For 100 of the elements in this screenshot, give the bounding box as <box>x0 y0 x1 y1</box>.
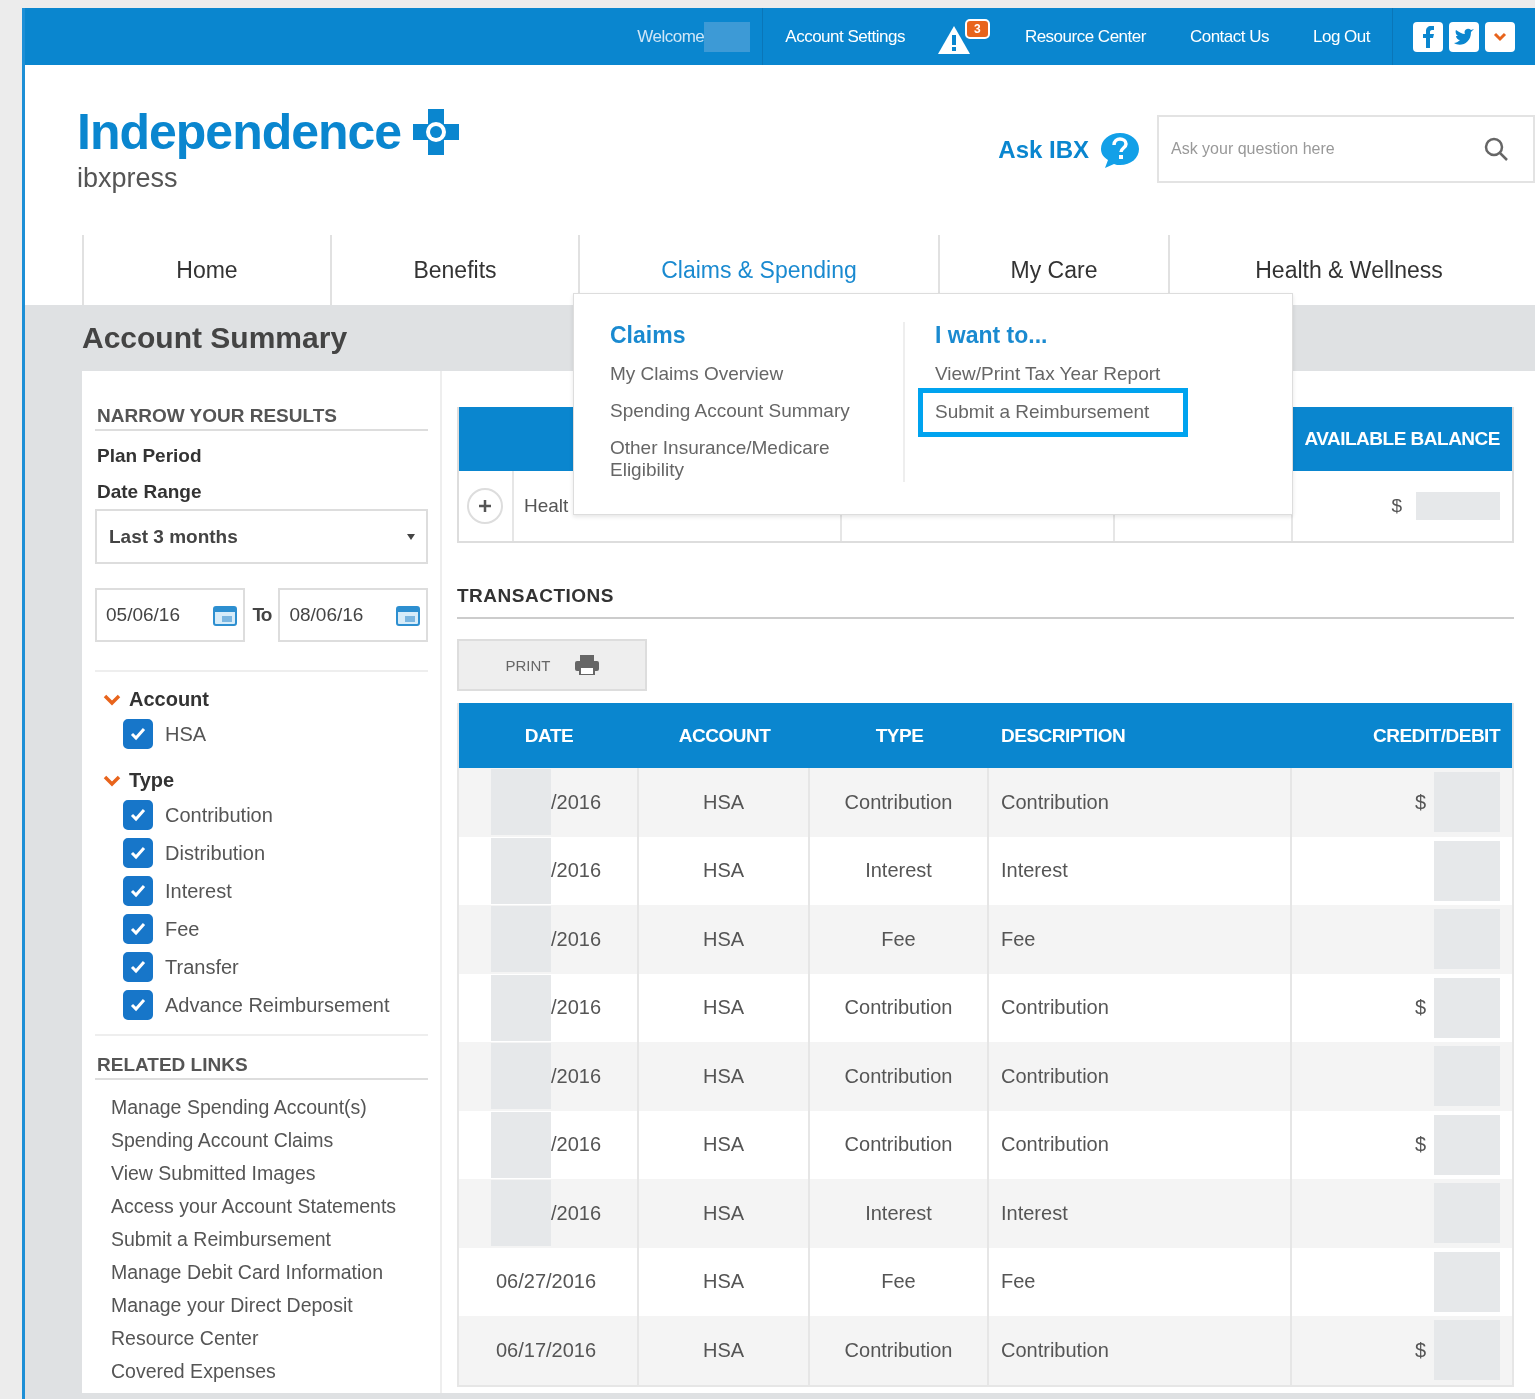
table-cell: /2016 <box>551 1201 602 1225</box>
top-nav-link[interactable]: Contact Us <box>1167 26 1291 47</box>
table-cell: HSA <box>702 790 745 814</box>
warning-icon[interactable] <box>936 24 971 55</box>
table-cell: Interest <box>865 859 932 883</box>
help-bubble-icon[interactable] <box>1099 131 1141 169</box>
checkbox-label: Transfer <box>165 955 239 979</box>
table-cell: Contribution <box>844 790 953 814</box>
to-label: To <box>252 604 271 626</box>
table-cell: /2016 <box>551 1064 602 1088</box>
plus-icon <box>478 499 492 513</box>
table-cell: 06/17/2016 <box>496 1338 597 1362</box>
table-cell: HSA <box>702 1064 745 1088</box>
related-link[interactable]: Submit a Reimbursement <box>111 1228 428 1251</box>
expand-button[interactable] <box>467 488 503 524</box>
ask-label: Ask IBX <box>998 136 1089 164</box>
menu-section-title: I want to... <box>935 322 1049 349</box>
facebook-icon[interactable] <box>1413 21 1443 52</box>
section-heading: TRANSACTIONS <box>457 585 1514 619</box>
account-name: Healt <box>524 495 569 517</box>
chevron-icon[interactable] <box>103 692 121 707</box>
logo-wordmark: Independence <box>77 103 402 161</box>
section-heading: NARROW YOUR RESULTS <box>95 401 428 431</box>
table-cell: Contribution <box>844 996 953 1020</box>
table-cell: /2016 <box>551 1133 602 1157</box>
section-heading: RELATED LINKS <box>95 1050 428 1080</box>
table-cell: Contribution <box>1001 1064 1109 1088</box>
checkbox[interactable] <box>123 914 153 944</box>
table-cell: 06/27/2016 <box>496 1270 597 1294</box>
column-header[interactable]: ACCOUNT <box>639 703 810 768</box>
top-nav-link[interactable]: Resource Center <box>1002 26 1168 47</box>
related-link[interactable]: Resource Center <box>111 1327 428 1350</box>
column-header[interactable]: DESCRIPTION <box>989 703 1292 768</box>
checkbox[interactable] <box>123 990 153 1020</box>
calendar-icon[interactable] <box>396 604 420 626</box>
related-link[interactable]: Manage your Direct Deposit <box>111 1294 428 1317</box>
redacted-name-block <box>704 21 751 52</box>
related-link[interactable]: View Submitted Images <box>111 1162 428 1185</box>
related-link[interactable]: Access your Account Statements <box>111 1195 428 1218</box>
table-cell: Contribution <box>844 1133 953 1157</box>
filter-group-title[interactable]: Account <box>129 688 209 711</box>
alert-count-badge: 3 <box>964 18 990 39</box>
table-cell: HSA <box>702 1338 745 1362</box>
welcome-text: Welcome <box>636 26 705 47</box>
related-link[interactable]: Manage Spending Account(s) <box>111 1096 428 1119</box>
menu-link[interactable]: Submit a Reimbursement <box>918 387 1188 437</box>
balance-currency: $ <box>1391 495 1402 517</box>
print-button[interactable]: PRINT <box>457 639 647 691</box>
related-link[interactable]: Manage Debit Card Information <box>111 1261 428 1284</box>
table-cell: Fee <box>881 927 916 951</box>
column-header[interactable]: DATE <box>459 703 639 768</box>
checkbox[interactable] <box>123 876 153 906</box>
table-cell: Fee <box>1001 927 1036 951</box>
table-cell: HSA <box>702 996 745 1020</box>
checkbox-label: HSA <box>165 722 207 746</box>
filter-group-title[interactable]: Type <box>129 769 175 792</box>
table-cell: $ <box>1414 1133 1426 1157</box>
checkbox-label: Distribution <box>165 841 266 865</box>
top-nav-link[interactable]: Log Out <box>1291 26 1392 47</box>
cross-shield-logo-icon <box>411 107 462 157</box>
checkbox-label: Fee <box>165 917 200 941</box>
dropdown-arrow-icon[interactable] <box>406 532 416 541</box>
twitter-icon[interactable] <box>1449 21 1479 52</box>
related-link[interactable]: Spending Account Claims <box>111 1129 428 1152</box>
checkbox-label: Interest <box>165 879 232 903</box>
logo-subtitle: ibxpress <box>77 163 179 194</box>
menu-link[interactable]: My Claims Overview <box>610 363 873 386</box>
search-icon[interactable] <box>1483 136 1509 162</box>
menu-link[interactable]: Spending Account Summary <box>610 399 873 423</box>
table-cell: HSA <box>702 859 745 883</box>
chevron-icon[interactable] <box>103 773 121 788</box>
column-header[interactable]: TYPE <box>810 703 989 768</box>
checkbox[interactable] <box>123 719 153 749</box>
table-cell: HSA <box>702 1270 745 1294</box>
checkbox[interactable] <box>123 800 153 830</box>
table-cell: Contribution <box>1001 996 1109 1020</box>
column-header: AVAILABLE BALANCE <box>1304 428 1500 450</box>
chevron-down-icon[interactable] <box>1485 21 1515 52</box>
account-settings-link[interactable]: Account Settings <box>763 26 927 47</box>
menu-link[interactable]: Other Insurance/Medicare Eligibility <box>610 436 873 483</box>
table-cell: Fee <box>881 1270 916 1294</box>
column-header[interactable]: CREDIT/DEBIT <box>1292 703 1512 768</box>
date-range-select[interactable]: Last 3 months <box>95 509 428 564</box>
table-cell: Interest <box>865 1201 932 1225</box>
checkbox-label: Advance Reimbursement <box>165 993 390 1017</box>
from-date-field[interactable]: 05/06/16 <box>95 588 245 642</box>
checkbox[interactable] <box>123 952 153 982</box>
related-link[interactable]: Covered Expenses <box>111 1360 428 1383</box>
checkbox[interactable] <box>123 838 153 868</box>
redacted-amount-block <box>1434 977 1500 1038</box>
page-title: Account Summary <box>82 321 348 355</box>
menu-link[interactable]: View/Print Tax Year Report <box>935 363 1292 386</box>
to-date-field[interactable]: 08/06/16 <box>278 588 428 642</box>
search-field[interactable]: Ask your question here <box>1157 115 1535 183</box>
plan-period-label[interactable]: Plan Period <box>97 445 428 467</box>
table-cell: $ <box>1414 996 1426 1020</box>
calendar-icon[interactable] <box>212 604 237 626</box>
redacted-amount-block <box>1434 1251 1500 1312</box>
nav-tab[interactable]: Home <box>82 235 330 305</box>
date-range-label: Date Range <box>97 481 203 503</box>
